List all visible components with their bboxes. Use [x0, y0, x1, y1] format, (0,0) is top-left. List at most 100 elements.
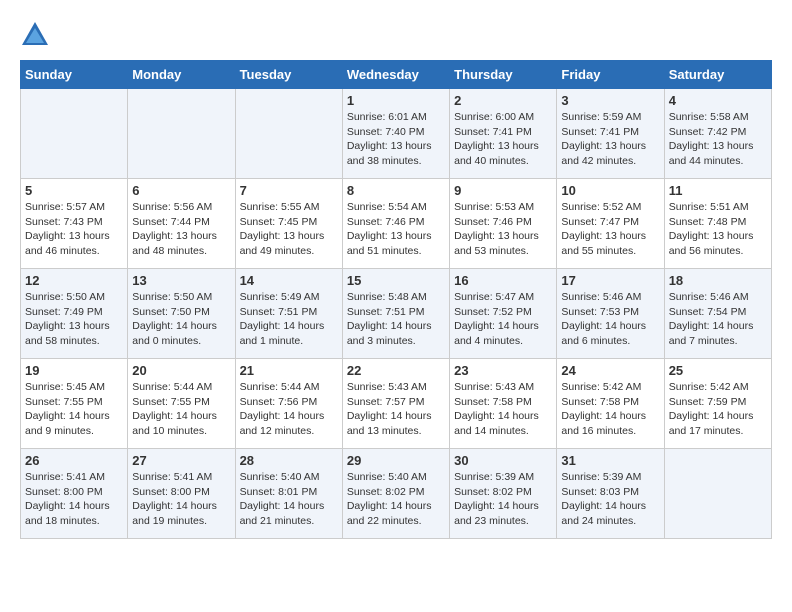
weekday-header: Sunday [21, 61, 128, 89]
day-info: Sunrise: 5:43 AM Sunset: 7:57 PM Dayligh… [347, 380, 445, 439]
calendar-cell: 18Sunrise: 5:46 AM Sunset: 7:54 PM Dayli… [664, 269, 771, 359]
day-number: 30 [454, 453, 552, 468]
day-number: 1 [347, 93, 445, 108]
calendar-cell: 10 Sunrise: 5:52 AM Sunset: 7:47 PM Dayli… [557, 179, 664, 269]
day-number: 16 [454, 273, 552, 288]
day-number: 9 [454, 183, 552, 198]
day-number: 6 [132, 183, 230, 198]
weekday-header: Monday [128, 61, 235, 89]
day-info: Sunrise: 5:39 AM Sunset: 8:02 PM Dayligh… [454, 470, 552, 529]
day-info: Sunrise: 5:39 AM Sunset: 8:03 PM Dayligh… [561, 470, 659, 529]
calendar-header: SundayMondayTuesdayWednesdayThursdayFrid… [21, 61, 772, 89]
day-number: 21 [240, 363, 338, 378]
calendar-cell: 14 Sunrise: 5:49 AM Sunset: 7:51 PM Dayli… [235, 269, 342, 359]
day-info: Sunrise: 5:53 AM Sunset: 7:46 PM Dayligh… [454, 200, 552, 259]
day-number: 28 [240, 453, 338, 468]
day-info: Sunrise: 5:54 AM Sunset: 7:46 PM Dayligh… [347, 200, 445, 259]
day-info: Sunrise: 5:41 AM Sunset: 8:00 PM Dayligh… [25, 470, 123, 529]
day-number: 20 [132, 363, 230, 378]
calendar-cell: 9 Sunrise: 5:53 AM Sunset: 7:46 PM Daylig… [450, 179, 557, 269]
calendar-cell: 20 Sunrise: 5:44 AM Sunset: 7:55 PM Dayli… [128, 359, 235, 449]
day-number: 14 [240, 273, 338, 288]
day-number: 15 [347, 273, 445, 288]
day-number: 2 [454, 93, 552, 108]
weekday-row: SundayMondayTuesdayWednesdayThursdayFrid… [21, 61, 772, 89]
calendar-cell: 28 Sunrise: 5:40 AM Sunset: 8:01 PM Dayli… [235, 449, 342, 539]
calendar-cell: 7 Sunrise: 5:55 AM Sunset: 7:45 PM Daylig… [235, 179, 342, 269]
day-info: Sunrise: 5:42 AM Sunset: 7:58 PM Dayligh… [561, 380, 659, 439]
calendar-cell: 5 Sunrise: 5:57 AM Sunset: 7:43 PM Daylig… [21, 179, 128, 269]
calendar-cell: 15 Sunrise: 5:48 AM Sunset: 7:51 PM Dayli… [342, 269, 449, 359]
calendar-cell: 30 Sunrise: 5:39 AM Sunset: 8:02 PM Dayli… [450, 449, 557, 539]
day-info: Sunrise: 5:44 AM Sunset: 7:55 PM Dayligh… [132, 380, 230, 439]
day-info: Sunrise: 5:57 AM Sunset: 7:43 PM Dayligh… [25, 200, 123, 259]
day-number: 18 [669, 273, 767, 288]
day-info: Sunrise: 6:00 AM Sunset: 7:41 PM Dayligh… [454, 110, 552, 169]
day-info: Sunrise: 5:43 AM Sunset: 7:58 PM Dayligh… [454, 380, 552, 439]
day-number: 8 [347, 183, 445, 198]
day-number: 29 [347, 453, 445, 468]
calendar-cell: 21Sunrise: 5:44 AM Sunset: 7:56 PM Dayli… [235, 359, 342, 449]
page-header [20, 20, 772, 50]
calendar-cell: 17 Sunrise: 5:46 AM Sunset: 7:53 PM Dayli… [557, 269, 664, 359]
calendar-body: 1 Sunrise: 6:01 AM Sunset: 7:40 PM Daylig… [21, 89, 772, 539]
calendar-week-row: 5 Sunrise: 5:57 AM Sunset: 7:43 PM Daylig… [21, 179, 772, 269]
calendar-week-row: 19Sunrise: 5:45 AM Sunset: 7:55 PM Dayli… [21, 359, 772, 449]
weekday-header: Thursday [450, 61, 557, 89]
calendar-cell: 11 Sunrise: 5:51 AM Sunset: 7:48 PM Dayli… [664, 179, 771, 269]
day-number: 31 [561, 453, 659, 468]
logo-icon [20, 20, 50, 50]
calendar-cell: 12Sunrise: 5:50 AM Sunset: 7:49 PM Dayli… [21, 269, 128, 359]
calendar-cell: 6 Sunrise: 5:56 AM Sunset: 7:44 PM Daylig… [128, 179, 235, 269]
calendar-cell: 23 Sunrise: 5:43 AM Sunset: 7:58 PM Dayli… [450, 359, 557, 449]
logo [20, 20, 54, 50]
day-info: Sunrise: 6:01 AM Sunset: 7:40 PM Dayligh… [347, 110, 445, 169]
day-number: 10 [561, 183, 659, 198]
day-info: Sunrise: 5:42 AM Sunset: 7:59 PM Dayligh… [669, 380, 767, 439]
calendar-cell: 31 Sunrise: 5:39 AM Sunset: 8:03 PM Dayli… [557, 449, 664, 539]
day-number: 4 [669, 93, 767, 108]
day-info: Sunrise: 5:59 AM Sunset: 7:41 PM Dayligh… [561, 110, 659, 169]
calendar-table: SundayMondayTuesdayWednesdayThursdayFrid… [20, 60, 772, 539]
day-info: Sunrise: 5:45 AM Sunset: 7:55 PM Dayligh… [25, 380, 123, 439]
day-info: Sunrise: 5:49 AM Sunset: 7:51 PM Dayligh… [240, 290, 338, 349]
day-info: Sunrise: 5:58 AM Sunset: 7:42 PM Dayligh… [669, 110, 767, 169]
day-number: 24 [561, 363, 659, 378]
day-number: 27 [132, 453, 230, 468]
day-info: Sunrise: 5:56 AM Sunset: 7:44 PM Dayligh… [132, 200, 230, 259]
day-number: 12 [25, 273, 123, 288]
weekday-header: Tuesday [235, 61, 342, 89]
day-number: 17 [561, 273, 659, 288]
day-number: 3 [561, 93, 659, 108]
calendar-cell: 29 Sunrise: 5:40 AM Sunset: 8:02 PM Dayli… [342, 449, 449, 539]
day-info: Sunrise: 5:40 AM Sunset: 8:02 PM Dayligh… [347, 470, 445, 529]
weekday-header: Wednesday [342, 61, 449, 89]
calendar-cell: 4 Sunrise: 5:58 AM Sunset: 7:42 PM Daylig… [664, 89, 771, 179]
calendar-cell: 8 Sunrise: 5:54 AM Sunset: 7:46 PM Daylig… [342, 179, 449, 269]
day-info: Sunrise: 5:55 AM Sunset: 7:45 PM Dayligh… [240, 200, 338, 259]
day-info: Sunrise: 5:51 AM Sunset: 7:48 PM Dayligh… [669, 200, 767, 259]
day-number: 25 [669, 363, 767, 378]
calendar-week-row: 12Sunrise: 5:50 AM Sunset: 7:49 PM Dayli… [21, 269, 772, 359]
calendar-cell: 27 Sunrise: 5:41 AM Sunset: 8:00 PM Dayli… [128, 449, 235, 539]
day-number: 26 [25, 453, 123, 468]
day-info: Sunrise: 5:41 AM Sunset: 8:00 PM Dayligh… [132, 470, 230, 529]
day-number: 13 [132, 273, 230, 288]
calendar-cell [21, 89, 128, 179]
day-number: 23 [454, 363, 552, 378]
day-number: 5 [25, 183, 123, 198]
calendar-cell [235, 89, 342, 179]
day-number: 11 [669, 183, 767, 198]
day-info: Sunrise: 5:48 AM Sunset: 7:51 PM Dayligh… [347, 290, 445, 349]
day-info: Sunrise: 5:46 AM Sunset: 7:53 PM Dayligh… [561, 290, 659, 349]
day-info: Sunrise: 5:40 AM Sunset: 8:01 PM Dayligh… [240, 470, 338, 529]
calendar-cell: 3 Sunrise: 5:59 AM Sunset: 7:41 PM Daylig… [557, 89, 664, 179]
weekday-header: Friday [557, 61, 664, 89]
day-number: 7 [240, 183, 338, 198]
day-info: Sunrise: 5:50 AM Sunset: 7:50 PM Dayligh… [132, 290, 230, 349]
calendar-cell [664, 449, 771, 539]
calendar-cell: 19Sunrise: 5:45 AM Sunset: 7:55 PM Dayli… [21, 359, 128, 449]
calendar-cell: 22Sunrise: 5:43 AM Sunset: 7:57 PM Dayli… [342, 359, 449, 449]
day-info: Sunrise: 5:52 AM Sunset: 7:47 PM Dayligh… [561, 200, 659, 259]
calendar-cell: 13 Sunrise: 5:50 AM Sunset: 7:50 PM Dayli… [128, 269, 235, 359]
